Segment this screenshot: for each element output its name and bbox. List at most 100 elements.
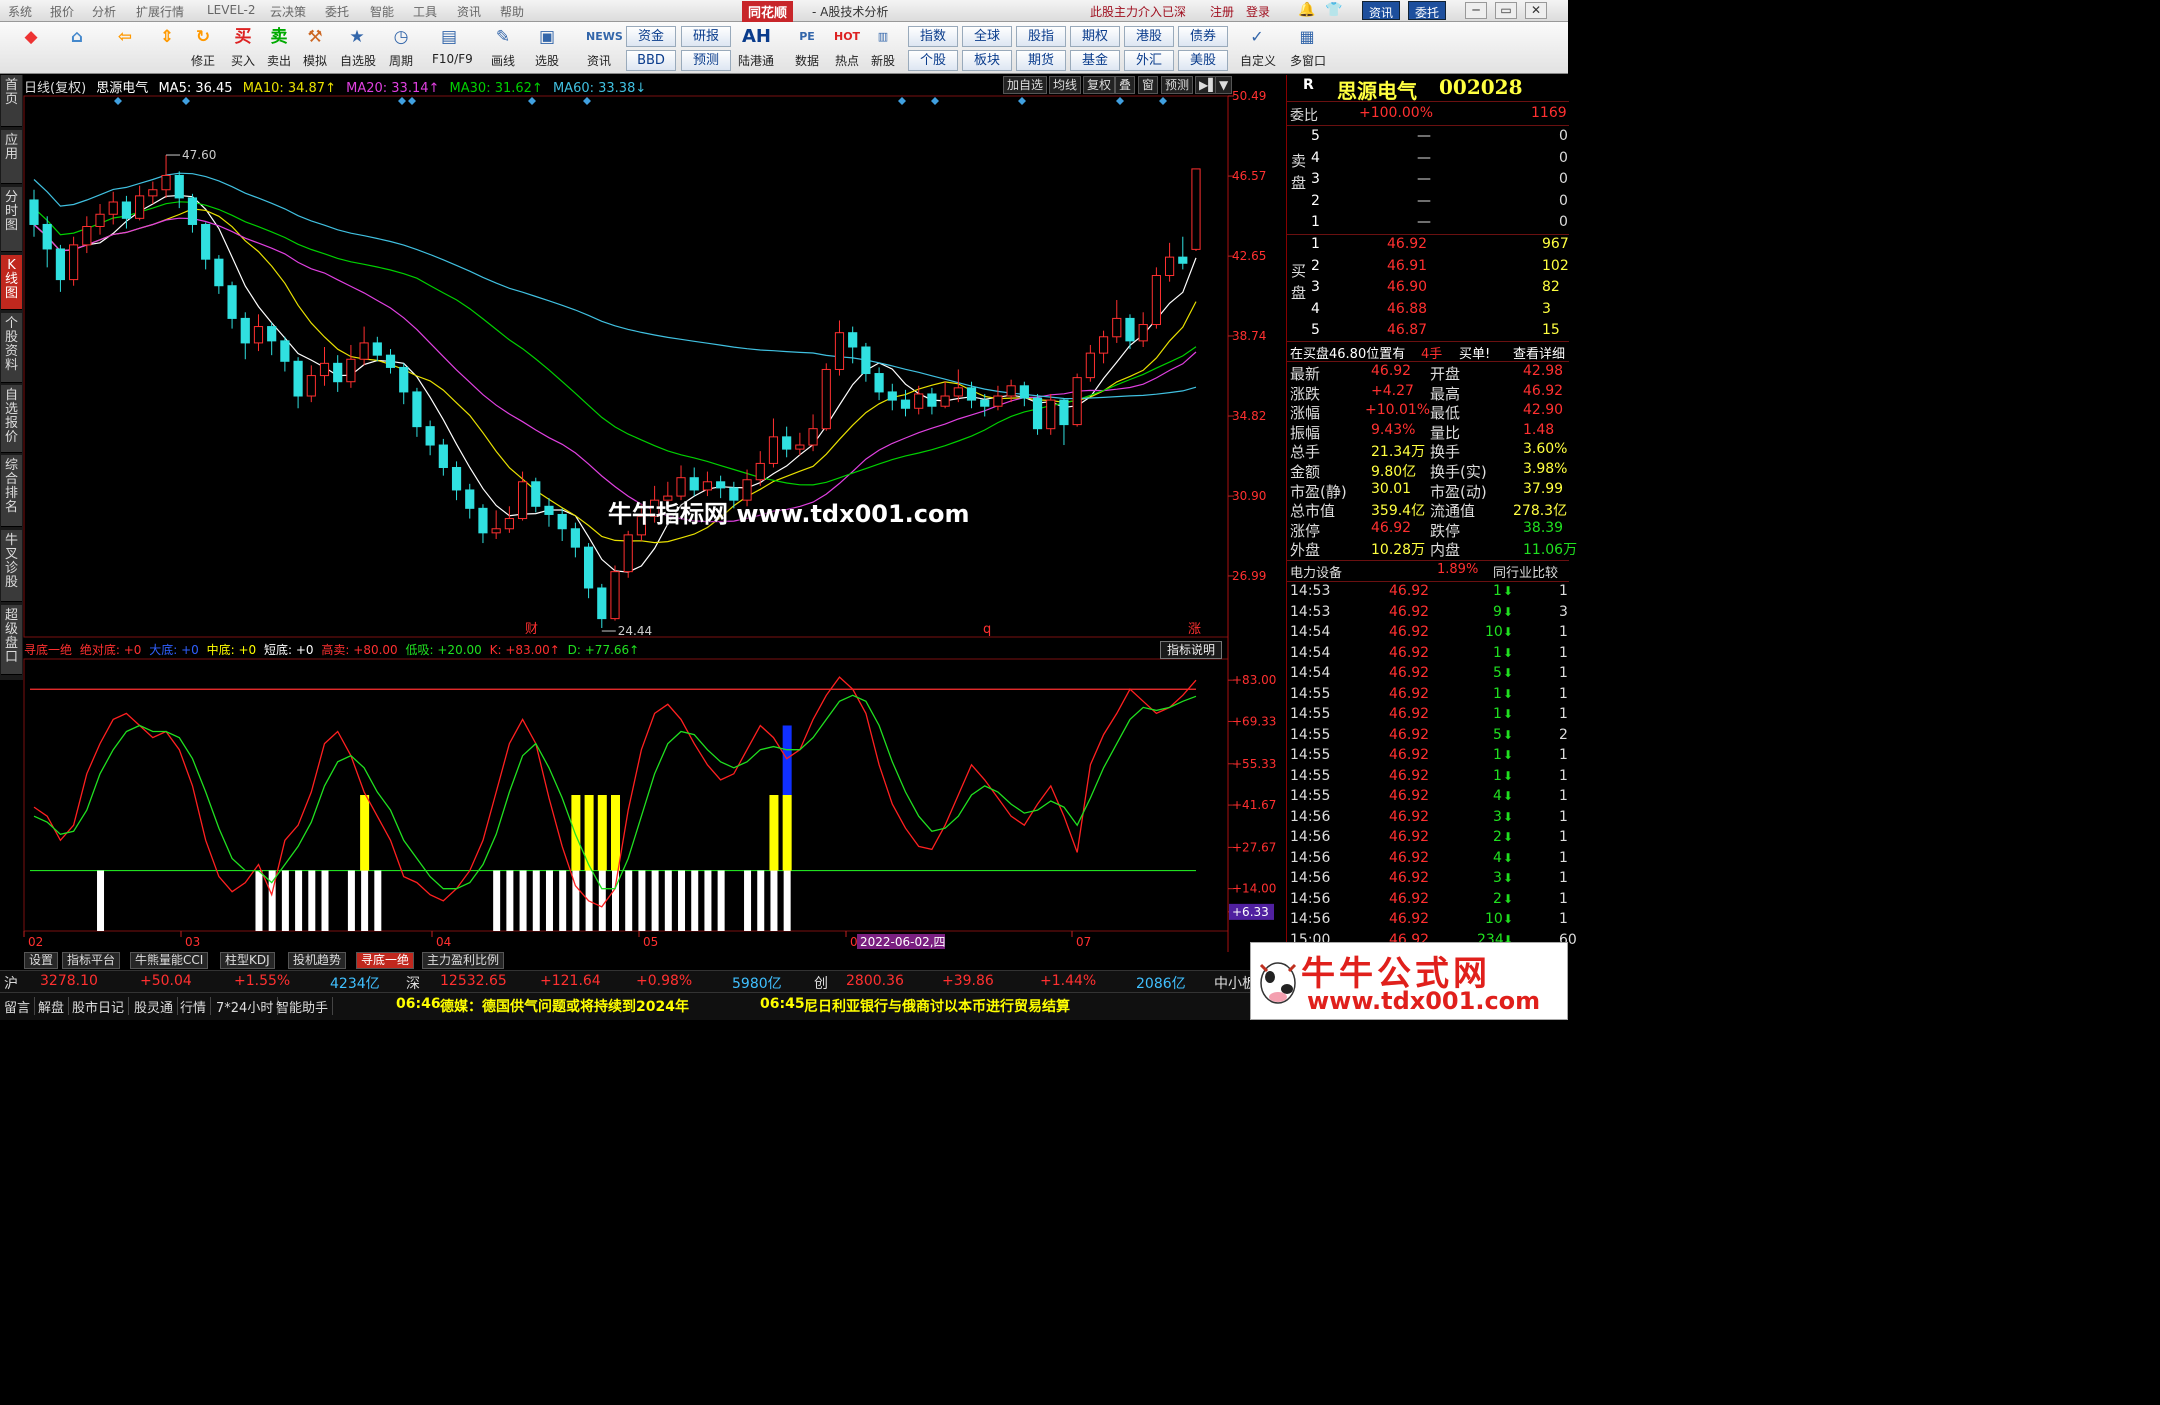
news-tab[interactable]: 行情 [176, 997, 212, 1016]
bottom-signal-bar [783, 870, 791, 931]
brand-url: www.tdx001.com [1307, 987, 1541, 1015]
indicator-tab[interactable]: 柱型KDJ [220, 952, 275, 969]
tick-price: 46.92 [1389, 583, 1430, 599]
sell-level-num: 3 [1311, 171, 1320, 187]
stat-value: 3.98% [1523, 461, 1568, 477]
close-icon[interactable]: ✕ [1525, 2, 1547, 19]
multi-window-button[interactable]: ▦ 多窗口 [1290, 24, 1327, 69]
candle-body [1072, 377, 1082, 426]
event-marker-icon [583, 97, 591, 105]
news-button[interactable]: 资讯 [1362, 1, 1401, 20]
news-tab[interactable]: 智能助手 [272, 997, 334, 1016]
news-tab[interactable]: 解盘 [34, 997, 70, 1016]
mid-bottom-bar [571, 795, 581, 871]
industry-name[interactable]: 电力设备 [1290, 562, 1342, 581]
kline-chart[interactable]: 50.49 46.57 42.65 38.74 34.82 30.90 26.99 47.60… [0, 0, 1286, 970]
stat-value: 42.90 [1523, 402, 1564, 419]
tick-price: 46.92 [1389, 644, 1430, 661]
candle-body [874, 373, 884, 393]
chart-tab[interactable]: 叠 [1115, 76, 1136, 94]
chart-tab[interactable]: 加自选 [1003, 76, 1048, 94]
tick-price: 46.92 [1389, 706, 1430, 722]
indicator-axis-label: +27.67 [1232, 840, 1276, 854]
ticker-sz-val: 12532.65 [440, 973, 507, 989]
maximize-icon[interactable]: ▭ [1495, 2, 1517, 19]
tick-row: 14:53 46.92 1 ⬇ 1 [1287, 582, 1569, 602]
candle-body [517, 481, 528, 520]
tick-volume: 1 [1493, 685, 1502, 702]
candle-body [333, 362, 343, 383]
news-item[interactable]: 德媒：德国供气问题或将持续到2024年 [440, 996, 689, 1016]
candle-body [583, 546, 594, 589]
candle-body [240, 317, 250, 344]
tick-time: 14:54 [1290, 624, 1331, 640]
tick-count: 1 [1559, 788, 1568, 804]
chart-tab[interactable]: 复权 [1083, 76, 1116, 94]
candle-body [306, 375, 316, 397]
candle-body [161, 174, 171, 191]
buy-level-row: 5 46.87 15 [1287, 321, 1569, 341]
down-arrow-icon: ⬇ [1503, 604, 1514, 619]
down-arrow-icon: ⬇ [1503, 645, 1514, 660]
news-tab[interactable]: 股灵通 [130, 997, 179, 1016]
indicator-explain-button[interactable]: 指标说明 [1160, 641, 1223, 659]
indicator-tab[interactable]: 指标平台 [62, 952, 121, 969]
candle-body [544, 505, 554, 515]
tick-price: 46.92 [1389, 665, 1430, 681]
indicator-tab[interactable]: 寻底一绝 [356, 952, 415, 969]
stat-row: 涨停 46.92 跌停 38.39 [1287, 519, 1569, 540]
tick-time: 14:55 [1290, 685, 1331, 702]
chart-tab[interactable]: 均线 [1049, 76, 1082, 94]
indicator-axis-label: +55.33 [1232, 757, 1276, 771]
candle-body [900, 399, 911, 409]
news-tab[interactable]: 7*24小时 [212, 997, 279, 1016]
trade-button[interactable]: 委托 [1408, 1, 1447, 20]
toolbar-label: 多窗口 [1290, 54, 1327, 68]
indicator-tab[interactable]: 投机趋势 [288, 952, 347, 969]
indicator-tab[interactable]: 牛熊量能CCI [130, 952, 209, 969]
candle-body [953, 387, 963, 397]
stat-value: 38.39 [1523, 519, 1564, 536]
ticker-sh-pct: +1.55% [234, 973, 291, 989]
news-tab[interactable]: 股市日记 [68, 997, 130, 1016]
bottom-signal-bar [625, 870, 633, 931]
order-notice-qty: 4手 [1421, 347, 1443, 362]
bottom-signal-bar [361, 870, 369, 931]
indicator-tab[interactable]: 设置 [24, 952, 59, 969]
buy-level-volume: 102 [1542, 257, 1569, 274]
candle-body [478, 507, 488, 534]
industry-pct: 1.89% [1437, 562, 1479, 577]
event-marker-q: q [983, 622, 991, 637]
industry-compare-link[interactable]: 同行业比较 [1493, 562, 1558, 581]
indicator-header: 寻底一绝 绝对底: +0 大底: +0 中底: +0 短底: +0 高卖: +8… [24, 641, 643, 658]
minimize-icon[interactable]: ─ [1465, 2, 1487, 19]
chart-tab[interactable]: 预测 [1161, 76, 1194, 94]
big-bottom-bar [782, 725, 792, 795]
ticker-sh-val: 3278.10 [40, 973, 98, 989]
down-arrow-icon: ⬇ [1503, 912, 1514, 926]
event-marker-icon [1159, 97, 1167, 105]
skin-icon[interactable]: 👕 [1325, 2, 1342, 18]
candle-body [1164, 256, 1175, 277]
period-label[interactable]: 日线(复权) [24, 81, 86, 96]
indicator-tab[interactable]: 主力盈利比例 [422, 952, 505, 969]
tick-row: 14:55 46.92 5 ⬇ 2 [1287, 726, 1569, 746]
stat-value: 46.92 [1371, 363, 1412, 379]
buy-level-volume: 967 [1542, 236, 1569, 252]
stat-value: 9.43% [1371, 421, 1416, 438]
bell-icon[interactable]: 🔔 [1298, 2, 1315, 18]
indicator-name[interactable]: 寻底一绝 [24, 643, 72, 657]
candle-body [755, 462, 765, 481]
divider [1287, 101, 1569, 102]
news-tab[interactable]: 留言 [0, 997, 36, 1016]
buy-level-price: 46.87 [1387, 322, 1428, 338]
chart-tab[interactable]: ▼ [1215, 76, 1233, 94]
chart-tab[interactable]: 窗 [1138, 76, 1159, 94]
candle-body [465, 489, 475, 509]
quote-panel: R 思源电气 002028 委比 +100.00% 1169 卖盘 5—0 4—0 3—0 2—0 1… [1286, 75, 1577, 970]
order-detail-link[interactable]: 查看详细 [1513, 343, 1565, 362]
bottom-signal-bar [281, 870, 289, 931]
news-item[interactable]: 尼日利亚银行与俄商讨以本币进行贸易结算 [804, 996, 1070, 1016]
candle-body [597, 587, 607, 620]
tick-count: 1 [1559, 849, 1568, 866]
